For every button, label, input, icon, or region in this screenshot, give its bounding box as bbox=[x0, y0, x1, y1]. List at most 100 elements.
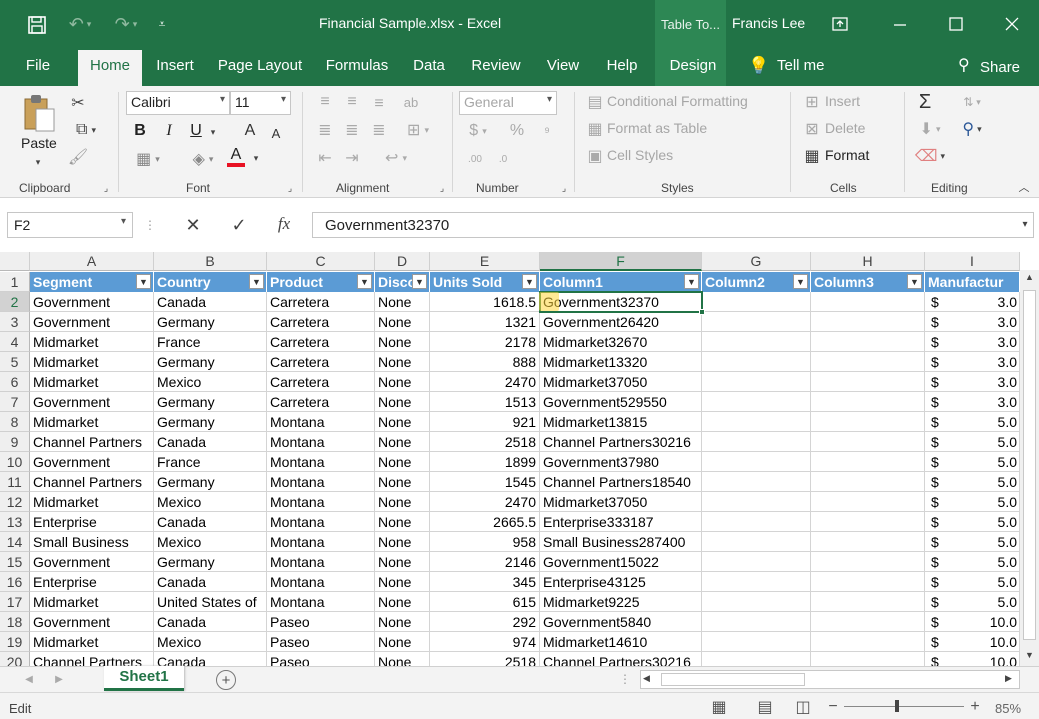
table-cell[interactable]: Carretera bbox=[267, 312, 375, 332]
table-cell[interactable]: Government32370 bbox=[540, 292, 702, 312]
table-cell[interactable]: 1513 bbox=[430, 392, 540, 412]
column-header-e[interactable]: E bbox=[430, 252, 540, 271]
table-cell[interactable]: Canada bbox=[154, 572, 267, 592]
table-header-cell[interactable]: Product ▼ bbox=[267, 272, 375, 292]
tab-page-layout[interactable]: Page Layout bbox=[214, 50, 306, 86]
table-cell[interactable]: Enterprise bbox=[30, 512, 154, 532]
tab-view[interactable]: View bbox=[542, 50, 584, 86]
previous-sheet-icon[interactable]: ◀ bbox=[22, 671, 36, 687]
row-header[interactable]: 4 bbox=[0, 332, 30, 352]
table-cell[interactable] bbox=[702, 292, 811, 312]
table-cell[interactable] bbox=[811, 332, 925, 352]
scroll-down-arrow-icon[interactable]: ▼ bbox=[1022, 650, 1037, 664]
table-cell[interactable]: Government bbox=[30, 312, 154, 332]
table-cell[interactable]: 888 bbox=[430, 352, 540, 372]
table-cell[interactable]: Germany bbox=[154, 552, 267, 572]
next-sheet-icon[interactable]: ▶ bbox=[52, 671, 66, 687]
cut-icon[interactable]: ✂ bbox=[67, 92, 89, 114]
table-cell[interactable]: Montana bbox=[267, 432, 375, 452]
row-header[interactable]: 14 bbox=[0, 532, 30, 552]
table-cell[interactable]: Germany bbox=[154, 392, 267, 412]
table-cell[interactable]: 2518 bbox=[430, 432, 540, 452]
table-cell[interactable] bbox=[702, 472, 811, 492]
worksheet-grid[interactable]: A B C D E F G H I 1 Segment ▼ Country ▼ Product ▼ Disco ▼… bbox=[0, 252, 1020, 666]
table-cell[interactable]: None bbox=[375, 372, 430, 392]
horizontal-scrollbar[interactable]: ◀ ▶ bbox=[640, 670, 1020, 689]
align-left-icon[interactable]: ≣ bbox=[314, 120, 336, 140]
tab-home[interactable]: Home bbox=[78, 50, 142, 86]
table-cell[interactable]: $10.0 bbox=[925, 632, 1020, 652]
table-cell[interactable] bbox=[702, 652, 811, 666]
tab-data[interactable]: Data bbox=[409, 50, 449, 86]
table-cell[interactable]: Channel Partners bbox=[30, 472, 154, 492]
table-cell[interactable]: Midmarket13815 bbox=[540, 412, 702, 432]
select-all-corner[interactable] bbox=[0, 252, 30, 271]
table-cell[interactable]: 345 bbox=[430, 572, 540, 592]
vertical-scroll-thumb[interactable] bbox=[1023, 290, 1036, 640]
table-cell[interactable] bbox=[811, 312, 925, 332]
table-cell[interactable]: 1321 bbox=[430, 312, 540, 332]
filter-dropdown-icon[interactable]: ▼ bbox=[522, 274, 537, 289]
table-header-cell[interactable]: Segment ▼ bbox=[30, 272, 154, 292]
insert-cells-button[interactable]: Insert bbox=[825, 93, 860, 109]
tab-file[interactable]: File bbox=[16, 50, 60, 86]
table-cell[interactable] bbox=[811, 352, 925, 372]
row-header[interactable]: 6 bbox=[0, 372, 30, 392]
font-color-dropdown-icon[interactable]: ▾ bbox=[250, 150, 262, 166]
table-cell[interactable]: $3.0 bbox=[925, 292, 1020, 312]
zoom-slider-thumb[interactable] bbox=[895, 700, 899, 712]
table-cell[interactable]: 2470 bbox=[430, 372, 540, 392]
fill-handle[interactable] bbox=[699, 309, 705, 315]
table-cell[interactable] bbox=[811, 552, 925, 572]
table-cell[interactable]: 2470 bbox=[430, 492, 540, 512]
table-cell[interactable]: Midmarket9225 bbox=[540, 592, 702, 612]
table-cell[interactable]: Government15022 bbox=[540, 552, 702, 572]
filter-dropdown-icon[interactable]: ▼ bbox=[793, 274, 808, 289]
table-cell[interactable]: Channel Partners30216 bbox=[540, 432, 702, 452]
row-header[interactable]: 13 bbox=[0, 512, 30, 532]
table-cell[interactable] bbox=[811, 372, 925, 392]
table-cell[interactable]: Midmarket32670 bbox=[540, 332, 702, 352]
row-header[interactable]: 18 bbox=[0, 612, 30, 632]
align-bottom-icon[interactable]: ≡ bbox=[368, 94, 390, 114]
bold-button[interactable]: B bbox=[130, 120, 150, 142]
table-cell[interactable]: Midmarket bbox=[30, 412, 154, 432]
minimize-icon[interactable] bbox=[886, 12, 914, 36]
table-cell[interactable]: Midmarket14610 bbox=[540, 632, 702, 652]
table-cell[interactable]: 1899 bbox=[430, 452, 540, 472]
table-cell[interactable]: Germany bbox=[154, 312, 267, 332]
row-header[interactable]: 15 bbox=[0, 552, 30, 572]
column-header-b[interactable]: B bbox=[154, 252, 267, 271]
table-cell[interactable]: None bbox=[375, 412, 430, 432]
filter-dropdown-icon[interactable]: ▼ bbox=[684, 274, 699, 289]
table-cell[interactable]: $3.0 bbox=[925, 392, 1020, 412]
table-cell[interactable]: 1545 bbox=[430, 472, 540, 492]
row-header[interactable]: 2 bbox=[0, 292, 30, 312]
share-button[interactable]: Share bbox=[980, 52, 1022, 88]
font-launcher-icon[interactable]: ⌟ bbox=[284, 182, 296, 194]
cancel-entry-icon[interactable]: ✕ bbox=[182, 213, 204, 237]
column-header-d[interactable]: D bbox=[375, 252, 430, 271]
delete-cells-button[interactable]: Delete bbox=[825, 120, 865, 136]
tab-insert[interactable]: Insert bbox=[153, 50, 197, 86]
table-cell[interactable]: Enterprise bbox=[30, 572, 154, 592]
font-color-button[interactable]: A bbox=[225, 146, 247, 168]
table-cell[interactable]: $5.0 bbox=[925, 512, 1020, 532]
underline-button[interactable]: U bbox=[186, 120, 206, 142]
table-header-cell[interactable]: Column3 ▼ bbox=[811, 272, 925, 292]
table-cell[interactable]: Montana bbox=[267, 572, 375, 592]
table-cell[interactable] bbox=[811, 472, 925, 492]
table-cell[interactable] bbox=[702, 572, 811, 592]
table-cell[interactable]: France bbox=[154, 332, 267, 352]
normal-view-icon[interactable]: ▦ bbox=[710, 698, 728, 716]
filter-dropdown-icon[interactable]: ▼ bbox=[357, 274, 372, 289]
table-cell[interactable]: Government529550 bbox=[540, 392, 702, 412]
table-cell[interactable] bbox=[811, 592, 925, 612]
table-cell[interactable]: Carretera bbox=[267, 392, 375, 412]
orientation-icon[interactable]: ab bbox=[400, 92, 422, 112]
table-cell[interactable] bbox=[702, 632, 811, 652]
row-header[interactable]: 1 bbox=[0, 272, 30, 292]
tell-me-search[interactable]: Tell me bbox=[777, 50, 837, 86]
table-cell[interactable]: None bbox=[375, 392, 430, 412]
clear-icon[interactable]: ⌫ ▾ bbox=[914, 146, 946, 166]
